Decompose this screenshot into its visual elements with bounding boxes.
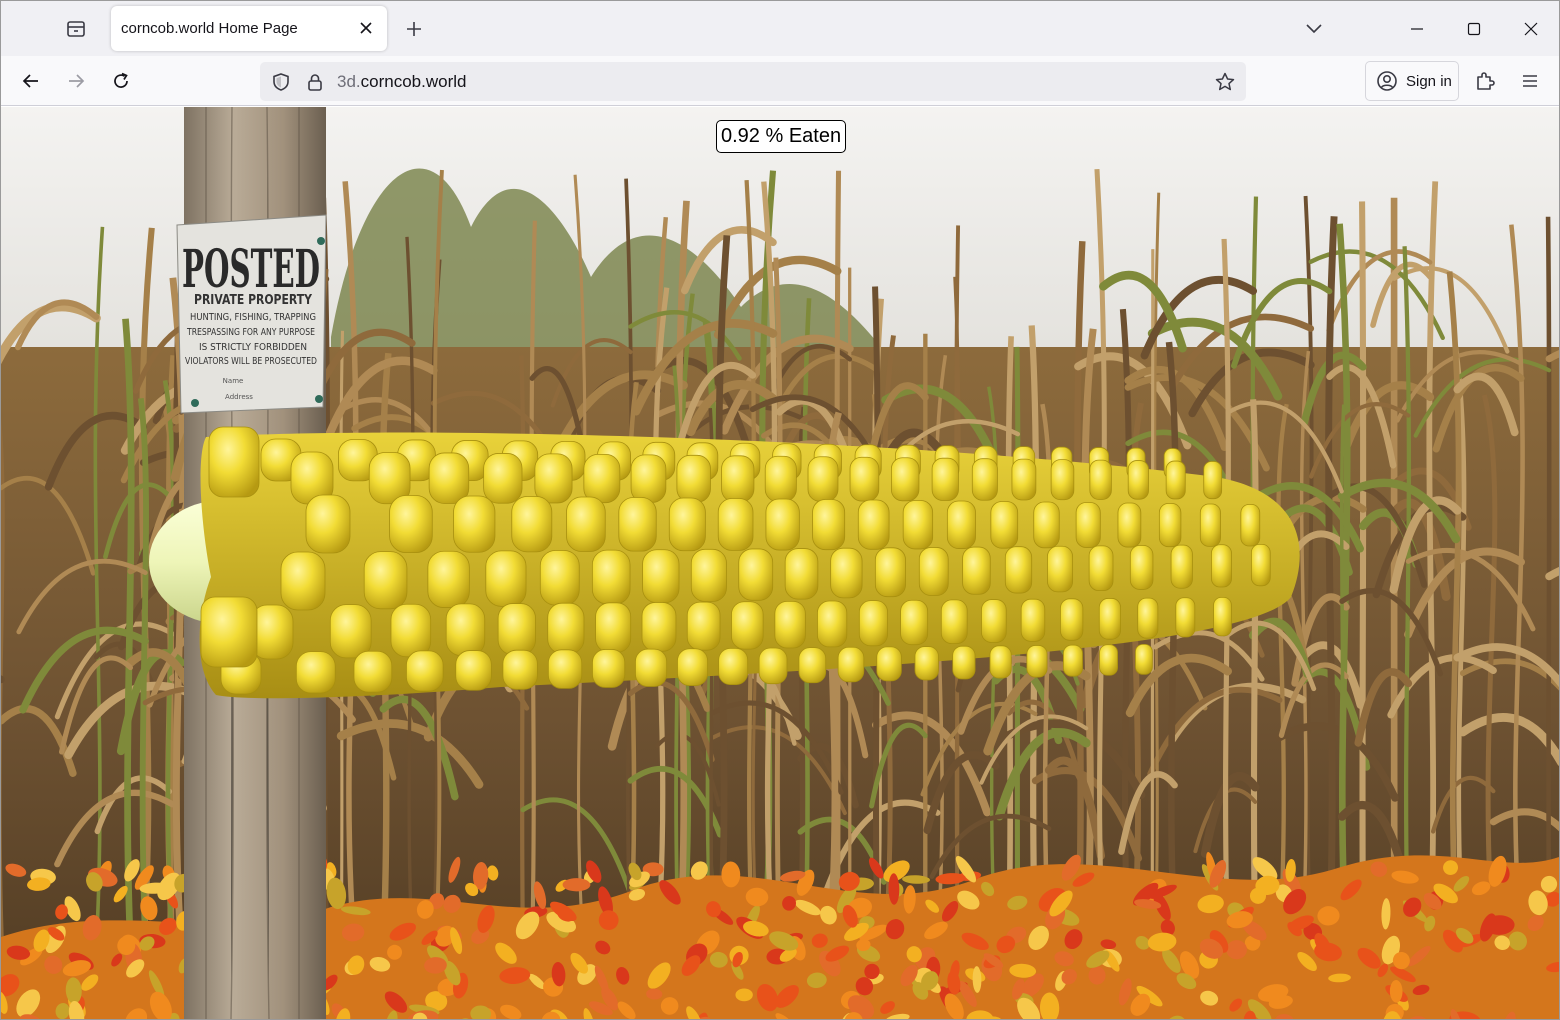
new-tab-button[interactable] (398, 13, 430, 45)
forward-button[interactable] (58, 63, 94, 99)
sign-in-button[interactable]: Sign in (1365, 61, 1459, 101)
tab-list-button[interactable] (56, 11, 96, 47)
tab-strip: corncob.world Home Page (1, 1, 1559, 56)
sign-line-2: HUNTING, FISHING, TRAPPING (190, 312, 316, 323)
shield-icon (273, 73, 289, 91)
chevron-down-icon (1306, 24, 1322, 34)
url-domain: corncob.world (360, 72, 467, 91)
minimize-button[interactable] (1388, 1, 1446, 56)
eaten-value: 0.92 (721, 125, 760, 147)
reload-button[interactable] (103, 63, 139, 99)
sign-line-4: IS STRICTLY FORBIDDEN (199, 342, 307, 353)
eaten-counter: 0.92 % Eaten (716, 120, 847, 153)
tracking-protection-button[interactable] (269, 70, 293, 94)
sign-line-3: TRESPASSING FOR ANY PURPOSE (186, 327, 315, 338)
hamburger-icon (1523, 75, 1537, 87)
puzzle-icon (1477, 72, 1495, 90)
site-security-button[interactable] (303, 70, 327, 94)
tab-list-icon (67, 21, 85, 37)
plus-icon (407, 22, 421, 36)
back-button[interactable] (13, 63, 49, 99)
sign-in-label: Sign in (1406, 72, 1452, 90)
close-icon (1524, 22, 1538, 35)
account-icon (1377, 71, 1397, 91)
corn-scene[interactable]: POSTED PRIVATE PROPERTY HUNTING, FISHING… (1, 107, 1559, 1019)
browser-window: corncob.world Home Page 3d.corncob.world… (0, 0, 1560, 1020)
tab-title: corncob.world Home Page (121, 20, 298, 37)
tab-close-button[interactable] (353, 15, 379, 41)
navigation-toolbar: 3d.corncob.world Sign in (1, 56, 1559, 106)
sign-line-6: Name (223, 377, 244, 385)
arrow-left-icon (22, 74, 38, 88)
eaten-label: % Eaten (765, 125, 842, 147)
maximize-button[interactable] (1445, 1, 1503, 56)
web-page: POSTED PRIVATE PROPERTY HUNTING, FISHING… (1, 107, 1559, 1019)
arrow-right-icon (69, 74, 85, 88)
sign-heading: POSTED (182, 239, 320, 300)
lock-icon (308, 74, 322, 91)
address-bar[interactable]: 3d.corncob.world (260, 62, 1246, 101)
bookmark-button[interactable] (1212, 69, 1238, 95)
url-subdomain: 3d. (337, 72, 361, 91)
tab-active[interactable]: corncob.world Home Page (111, 6, 387, 51)
minimize-icon (1411, 27, 1423, 30)
star-icon (1215, 72, 1235, 91)
extensions-button[interactable] (1467, 63, 1503, 99)
posted-sign: POSTED PRIVATE PROPERTY HUNTING, FISHING… (176, 214, 327, 414)
list-all-tabs-button[interactable] (1298, 13, 1330, 45)
app-menu-button[interactable] (1512, 63, 1548, 99)
maximize-icon (1467, 22, 1481, 35)
url-text[interactable]: 3d.corncob.world (337, 72, 466, 92)
sign-line-1: PRIVATE PROPERTY (194, 293, 312, 308)
reload-icon (114, 72, 128, 88)
close-icon (360, 22, 372, 34)
sign-line-7: Address (225, 393, 253, 401)
close-window-button[interactable] (1502, 1, 1559, 56)
sign-line-5: VIOLATORS WILL BE PROSECUTED (185, 356, 317, 367)
